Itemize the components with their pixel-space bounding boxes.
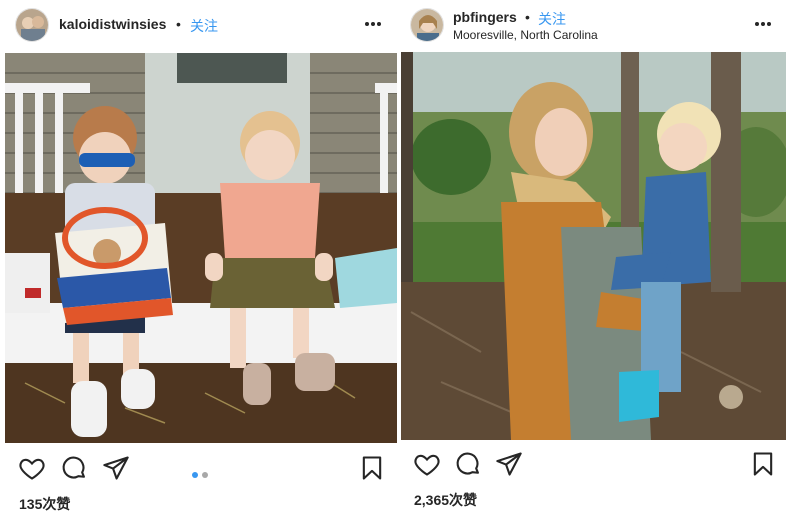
follow-button[interactable]: 关注	[190, 16, 218, 36]
likes-count[interactable]: 135次赞	[19, 494, 70, 514]
carousel-dot	[202, 472, 208, 478]
post-card-pbfingers: pbfingers • 关注 Mooresville, North Caroli…	[397, 0, 790, 516]
comment-bubble-icon[interactable]	[454, 450, 482, 478]
separator-dot: •	[176, 16, 181, 32]
comment-bubble-icon[interactable]	[60, 454, 88, 482]
bookmark-icon[interactable]	[358, 454, 386, 482]
photo-kids-on-steps[interactable]	[5, 53, 397, 443]
action-bar	[0, 452, 397, 492]
separator-dot: •	[525, 9, 530, 25]
paper-plane-icon[interactable]	[495, 450, 523, 478]
username[interactable]: kaloidistwinsies	[59, 16, 166, 32]
heart-icon[interactable]	[413, 450, 441, 478]
post-card-kaloidistwinsies: kaloidistwinsies • 关注 135次赞	[0, 0, 397, 516]
post-header: pbfingers • 关注 Mooresville, North Caroli…	[397, 0, 790, 50]
bookmark-icon[interactable]	[749, 450, 777, 478]
avatar[interactable]	[410, 8, 444, 42]
photo-mother-and-toddler[interactable]	[401, 52, 786, 440]
post-header: kaloidistwinsies • 关注	[0, 0, 397, 50]
likes-count[interactable]: 2,365次赞	[414, 490, 477, 510]
paper-plane-icon[interactable]	[102, 454, 130, 482]
follow-button[interactable]: 关注	[538, 9, 566, 29]
heart-icon[interactable]	[18, 454, 46, 482]
carousel-indicator	[192, 465, 212, 483]
more-horizontal-icon[interactable]	[753, 17, 773, 31]
carousel-dot-active	[192, 472, 198, 478]
more-horizontal-icon[interactable]	[363, 17, 383, 31]
action-bar	[397, 450, 790, 490]
username[interactable]: pbfingers	[453, 9, 517, 25]
location-link[interactable]: Mooresville, North Carolina	[453, 28, 598, 42]
avatar[interactable]	[15, 8, 49, 42]
